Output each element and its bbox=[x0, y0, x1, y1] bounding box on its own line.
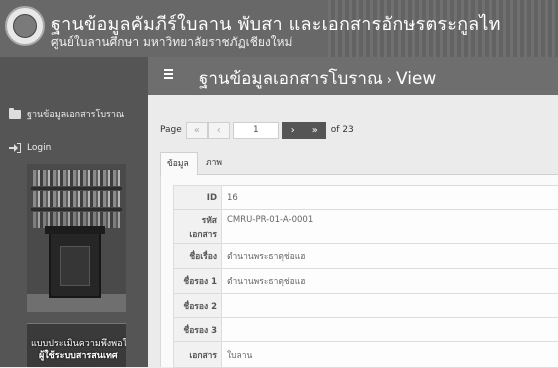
first-page-button[interactable]: « bbox=[186, 122, 208, 139]
sidebar-item-login[interactable]: Login bbox=[9, 140, 51, 156]
survey-banner[interactable]: แบบประเมินความพึงพอใจ ผู้ใช้ระบบสารสนเทศ bbox=[27, 323, 126, 367]
table-row: ชื่อรอง 2 bbox=[174, 294, 558, 318]
sign-in-icon bbox=[9, 143, 21, 153]
breadcrumb: ฐานข้อมูลเอกสารโบราณ › View bbox=[199, 65, 436, 92]
site-subtitle: ศูนย์ใบลานศึกษา มหาวิทยาลัยราชภัฏเชียงให… bbox=[51, 33, 292, 52]
field-value: ใบลาน bbox=[222, 342, 558, 368]
breadcrumb-current: View bbox=[396, 69, 436, 89]
sidebar-item-documents[interactable]: ฐานข้อมูลเอกสารโบราณ bbox=[9, 106, 124, 122]
logo-emblem bbox=[13, 14, 37, 38]
breadcrumb-title[interactable]: ฐานข้อมูลเอกสารโบราณ bbox=[199, 69, 383, 89]
breadcrumb-separator: › bbox=[387, 73, 392, 88]
table-row: ชื่อรอง 1 ตำนานพระธาตุช่อแฮ bbox=[174, 269, 558, 294]
field-value: ตำนานพระธาตุช่อแฮ bbox=[222, 269, 558, 294]
sidebar: ฐานข้อมูลเอกสารโบราณ Login แบบประเมินควา… bbox=[0, 57, 148, 367]
field-value: ตำนานพระธาตุช่อแฮ bbox=[222, 244, 558, 269]
tab-info[interactable]: ข้อมูล bbox=[160, 152, 198, 176]
field-label: ชื่อเรื่อง bbox=[174, 244, 222, 269]
field-label: เอกสาร bbox=[174, 342, 222, 368]
field-value bbox=[222, 294, 558, 318]
field-value: 16 bbox=[222, 186, 558, 210]
table-row: ชื่อรอง 3 bbox=[174, 318, 558, 342]
main-content: Page « ‹ 1 › » of 23 ข้อมูล ภาพ ID 16 รห… bbox=[148, 95, 558, 367]
tab-images[interactable]: ภาพ bbox=[200, 152, 228, 175]
field-value bbox=[222, 318, 558, 342]
page-number-input[interactable]: 1 bbox=[233, 122, 279, 139]
field-value: CMRU-PR-01-A-0001 bbox=[222, 210, 558, 244]
field-label: ID bbox=[174, 186, 222, 210]
page-header: ฐานข้อมูลเอกสารโบราณ › View bbox=[148, 57, 558, 95]
next-page-button[interactable]: › bbox=[282, 122, 304, 139]
tab-bar: ข้อมูล ภาพ bbox=[160, 152, 558, 175]
sidebar-item-label: ฐานข้อมูลเอกสารโบราณ bbox=[27, 107, 124, 121]
detail-panel: ID 16 รหัสเอกสาร CMRU-PR-01-A-0001 ชื่อเ… bbox=[160, 175, 558, 367]
field-label: ชื่อรอง 2 bbox=[174, 294, 222, 318]
manuscript-cabinet bbox=[49, 232, 101, 298]
prev-page-button[interactable]: ‹ bbox=[208, 122, 230, 139]
library-photo bbox=[27, 164, 126, 312]
survey-banner-line2: ผู้ใช้ระบบสารสนเทศ bbox=[39, 348, 118, 362]
field-label: ชื่อรอง 1 bbox=[174, 269, 222, 294]
sidebar-item-label: Login bbox=[27, 143, 51, 153]
table-row: ID 16 bbox=[174, 186, 558, 210]
field-label: รหัสเอกสาร bbox=[174, 210, 222, 244]
detail-table: ID 16 รหัสเอกสาร CMRU-PR-01-A-0001 ชื่อเ… bbox=[173, 185, 558, 368]
table-row: เอกสาร ใบลาน bbox=[174, 342, 558, 368]
field-label: ชื่อรอง 3 bbox=[174, 318, 222, 342]
table-row: รหัสเอกสาร CMRU-PR-01-A-0001 bbox=[174, 210, 558, 244]
university-logo[interactable] bbox=[5, 6, 45, 46]
table-row: ชื่อเรื่อง ตำนานพระธาตุช่อแฮ bbox=[174, 244, 558, 269]
pagination: Page « ‹ 1 › » of 23 bbox=[160, 121, 354, 139]
menu-toggle-button[interactable] bbox=[160, 67, 176, 83]
page-total: of 23 bbox=[331, 125, 354, 135]
page-label: Page bbox=[160, 125, 182, 135]
site-banner: ฐานข้อมูลคัมภีร์ใบลาน พับสา และเอกสารอัก… bbox=[0, 0, 558, 57]
last-page-button[interactable]: » bbox=[304, 122, 326, 139]
folder-icon bbox=[9, 109, 21, 119]
